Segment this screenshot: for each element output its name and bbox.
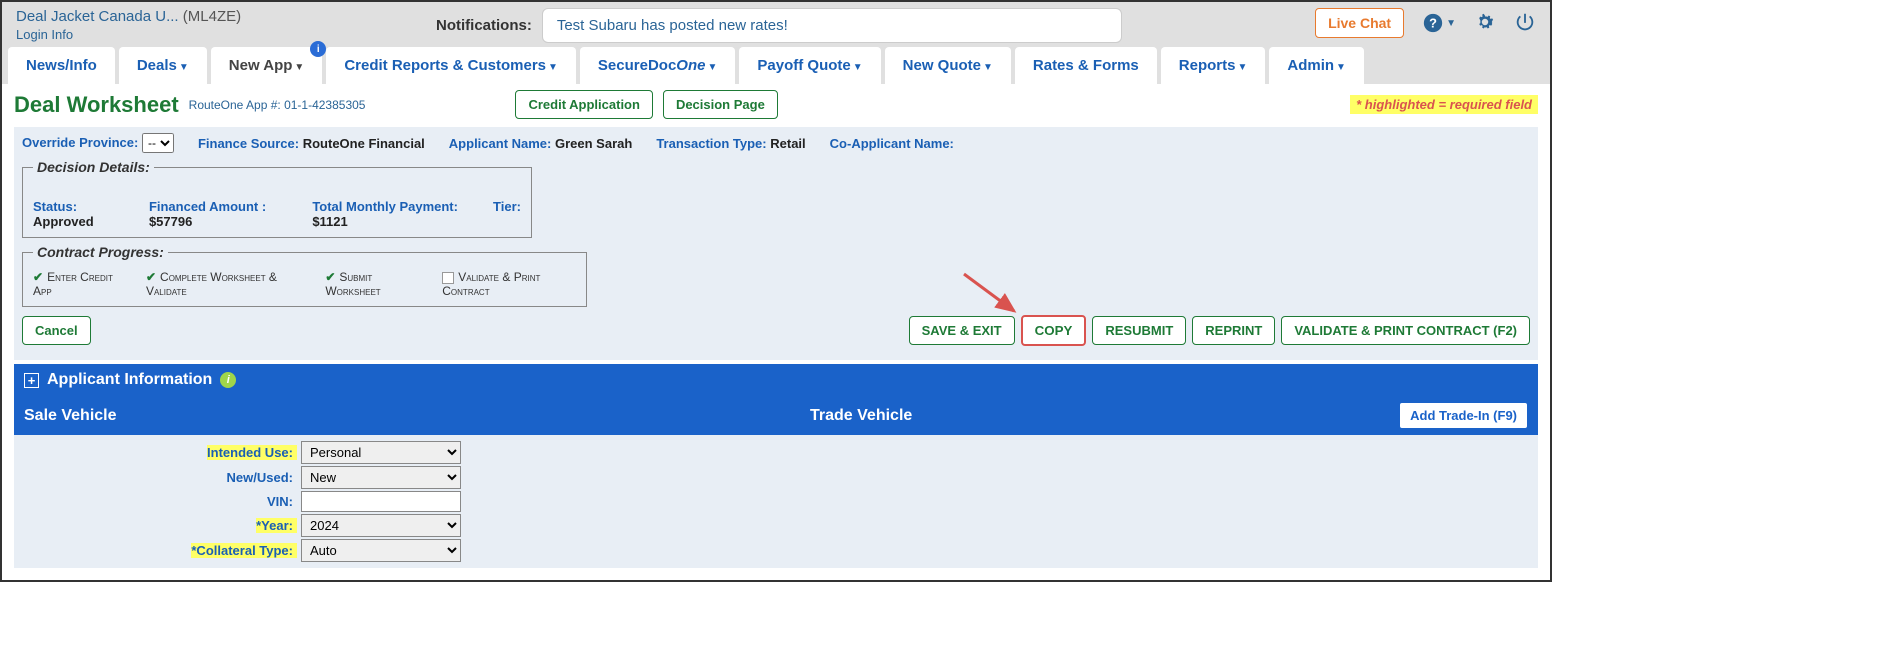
tab-reports[interactable]: Reports▼ xyxy=(1161,47,1266,84)
progress-step-3: ✔Submit Worksheet xyxy=(325,270,420,298)
tab-rates-forms[interactable]: Rates & Forms xyxy=(1015,47,1157,84)
override-province-select[interactable]: -- xyxy=(142,133,174,153)
tier-label: Tier: xyxy=(493,199,521,214)
required-field-note: * highlighted = required field xyxy=(1350,95,1538,114)
status-value: Approved xyxy=(33,214,94,229)
tab-new-quote[interactable]: New Quote▼ xyxy=(885,47,1011,84)
override-province-label: Override Province: xyxy=(22,135,138,150)
intended-use-label: Intended Use: xyxy=(207,445,297,460)
financed-amount-value: $57796 xyxy=(149,214,192,229)
tab-news-info[interactable]: News/Info xyxy=(8,47,115,84)
app-number: RouteOne App #: 01-1-42385305 xyxy=(189,98,366,112)
tab-admin[interactable]: Admin▼ xyxy=(1269,47,1364,84)
monthly-payment-value: $1121 xyxy=(312,214,347,229)
page-title: Deal Worksheet xyxy=(14,92,179,118)
resubmit-button[interactable]: RESUBMIT xyxy=(1092,316,1186,345)
progress-step-1: ✔Enter Credit App xyxy=(33,270,124,298)
sale-vehicle-title: Sale Vehicle xyxy=(24,407,117,425)
tab-credit-reports[interactable]: Credit Reports & Customers▼ xyxy=(326,47,576,84)
intended-use-select[interactable]: Personal xyxy=(301,441,461,464)
progress-step-4: Validate & Print Contract xyxy=(442,270,576,298)
check-icon: ✔ xyxy=(33,270,43,284)
info-icon[interactable]: i xyxy=(220,372,236,388)
year-label: *Year: xyxy=(256,518,297,533)
finance-source-value: RouteOne Financial xyxy=(303,136,425,151)
financed-amount-label: Financed Amount : xyxy=(149,199,266,214)
annotation-arrow-icon xyxy=(959,269,1029,319)
live-chat-button[interactable]: Live Chat xyxy=(1315,8,1404,38)
transaction-type-value: Retail xyxy=(770,136,805,151)
info-badge-icon: i xyxy=(310,41,326,57)
vin-label: VIN: xyxy=(267,494,297,509)
expand-icon[interactable]: + xyxy=(24,373,39,388)
tab-deals[interactable]: Deals▼ xyxy=(119,47,207,84)
unchecked-box-icon xyxy=(442,272,454,284)
status-label: Status: xyxy=(33,199,77,214)
credit-application-button[interactable]: Credit Application xyxy=(515,90,652,119)
decision-details-fieldset: Decision Details: Status: Approved Finan… xyxy=(22,159,532,238)
new-used-label: New/Used: xyxy=(227,470,297,485)
year-select[interactable]: 2024 xyxy=(301,514,461,537)
check-icon: ✔ xyxy=(325,270,335,284)
help-icon[interactable]: ? ▼ xyxy=(1422,12,1456,34)
applicant-name-label: Applicant Name: xyxy=(449,136,552,151)
reprint-button[interactable]: REPRINT xyxy=(1192,316,1275,345)
collateral-type-label: *Collateral Type: xyxy=(191,543,297,558)
tab-payoff-quote[interactable]: Payoff Quote▼ xyxy=(739,47,880,84)
finance-source-label: Finance Source: xyxy=(198,136,299,151)
validate-print-button[interactable]: VALIDATE & PRINT CONTRACT (F2) xyxy=(1281,316,1530,345)
copy-button[interactable]: COPY xyxy=(1021,315,1087,346)
decision-page-button[interactable]: Decision Page xyxy=(663,90,778,119)
tab-new-app[interactable]: New App▼ i xyxy=(211,47,323,84)
add-trade-in-button[interactable]: Add Trade-In (F9) xyxy=(1399,402,1528,429)
cancel-button[interactable]: Cancel xyxy=(22,316,91,345)
login-info-link[interactable]: Login Info xyxy=(16,27,306,42)
save-exit-button[interactable]: SAVE & EXIT xyxy=(909,316,1015,345)
monthly-payment-label: Total Monthly Payment: xyxy=(312,199,458,214)
progress-step-2: ✔Complete Worksheet & Validate xyxy=(146,270,303,298)
gear-icon[interactable] xyxy=(1474,11,1496,36)
power-icon[interactable] xyxy=(1514,11,1536,36)
applicant-name-value: Green Sarah xyxy=(555,136,632,151)
tab-securedoc[interactable]: SecureDocOne▼ xyxy=(580,47,735,84)
svg-text:?: ? xyxy=(1429,16,1437,31)
notification-message[interactable]: Test Subaru has posted new rates! xyxy=(542,8,1122,43)
notifications-label: Notifications: xyxy=(436,17,532,34)
applicant-information-header: + Applicant Information i xyxy=(14,364,1538,396)
trade-vehicle-title: Trade Vehicle xyxy=(810,407,912,425)
transaction-type-label: Transaction Type: xyxy=(656,136,766,151)
new-used-select[interactable]: New xyxy=(301,466,461,489)
coapplicant-name-label: Co-Applicant Name: xyxy=(830,136,954,151)
breadcrumb[interactable]: Deal Jacket Canada U... (ML4ZE) xyxy=(16,8,306,25)
check-icon: ✔ xyxy=(146,270,156,284)
collateral-type-select[interactable]: Auto xyxy=(301,539,461,562)
contract-progress-fieldset: Contract Progress: ✔Enter Credit App ✔Co… xyxy=(22,244,587,307)
vin-input[interactable] xyxy=(301,491,461,512)
